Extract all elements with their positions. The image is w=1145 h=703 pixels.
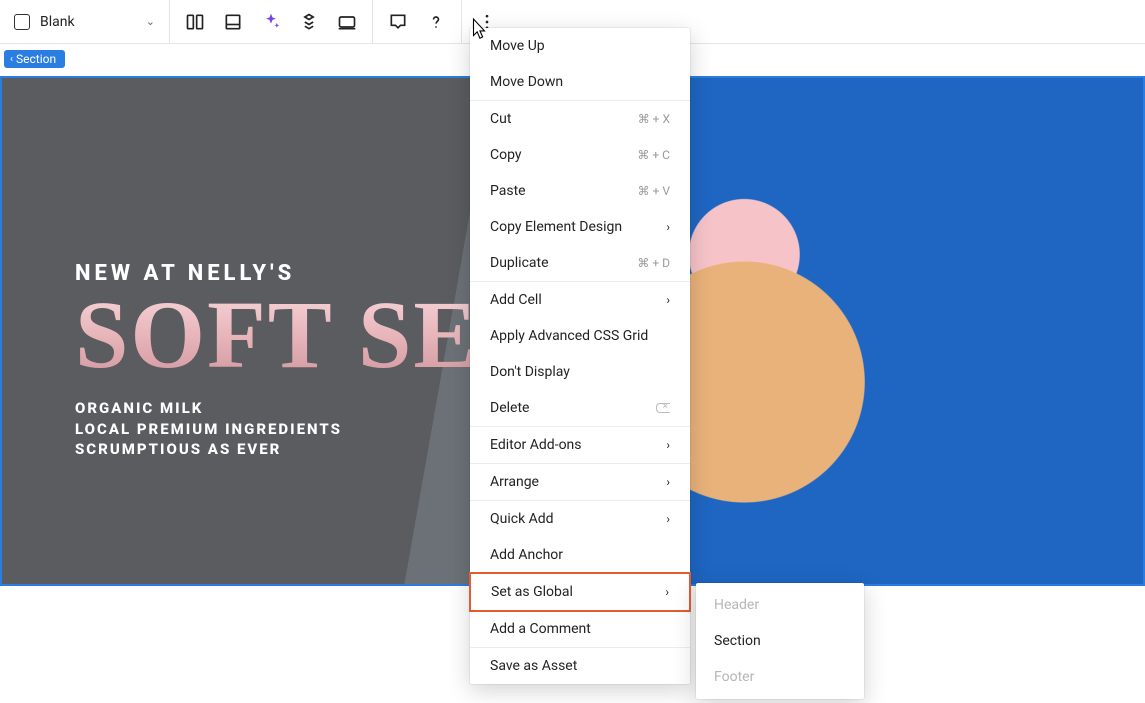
chevron-right-icon: ›: [666, 475, 670, 489]
menu-add-anchor[interactable]: Add Anchor: [470, 537, 690, 573]
menu-set-as-global[interactable]: Set as Global ›: [469, 572, 691, 612]
save-layout-button[interactable]: [214, 3, 252, 41]
menu-editor-addons[interactable]: Editor Add-ons ›: [470, 427, 690, 463]
menu-cut[interactable]: Cut ⌘ + X: [470, 101, 690, 137]
comment-button[interactable]: [379, 3, 417, 41]
menu-move-down[interactable]: Move Down: [470, 64, 690, 100]
chevron-right-icon: ›: [666, 512, 670, 526]
help-button[interactable]: [417, 3, 455, 41]
menu-add-cell[interactable]: Add Cell ›: [470, 282, 690, 318]
menu-copy-element-design[interactable]: Copy Element Design ›: [470, 209, 690, 245]
menu-apply-css-grid[interactable]: Apply Advanced CSS Grid: [470, 318, 690, 354]
submenu-section[interactable]: Section: [696, 623, 864, 659]
toolbar-group-help: [373, 0, 462, 44]
section-breadcrumb[interactable]: ‹ Section: [4, 50, 65, 68]
chevron-right-icon: ›: [665, 585, 669, 599]
menu-save-as-asset[interactable]: Save as Asset: [470, 648, 690, 684]
chevron-right-icon: ›: [666, 220, 670, 234]
ai-sparkle-button[interactable]: [252, 3, 290, 41]
submenu-footer: Footer: [696, 659, 864, 695]
chevron-down-icon: ⌄: [146, 15, 155, 28]
layout-label: Blank: [40, 14, 136, 30]
menu-duplicate[interactable]: Duplicate ⌘ + D: [470, 245, 690, 281]
menu-move-up[interactable]: Move Up: [470, 28, 690, 64]
menu-arrange[interactable]: Arrange ›: [470, 464, 690, 500]
columns-button[interactable]: [176, 3, 214, 41]
menu-paste[interactable]: Paste ⌘ + V: [470, 173, 690, 209]
chevron-left-icon: ‹: [10, 54, 13, 65]
menu-add-comment[interactable]: Add a Comment: [470, 611, 690, 647]
shortcut-label: ⌘ + V: [638, 184, 670, 198]
chevron-right-icon: ›: [666, 438, 670, 452]
stack-button[interactable]: [290, 3, 328, 41]
backspace-icon: [656, 403, 670, 413]
menu-quick-add[interactable]: Quick Add ›: [470, 501, 690, 537]
chevron-right-icon: ›: [666, 293, 670, 307]
shortcut-label: ⌘ + C: [637, 148, 670, 162]
menu-delete[interactable]: Delete: [470, 390, 690, 426]
submenu-header: Header: [696, 587, 864, 623]
toolbar-group-layout: [170, 0, 373, 44]
shortcut-label: ⌘ + X: [638, 112, 670, 126]
context-menu: Move Up Move Down Cut ⌘ + X Copy ⌘ + C P…: [470, 28, 690, 684]
set-as-global-submenu: Header Section Footer: [696, 583, 864, 699]
section-breadcrumb-label: Section: [16, 52, 56, 66]
device-button[interactable]: [328, 3, 366, 41]
menu-copy[interactable]: Copy ⌘ + C: [470, 137, 690, 173]
menu-dont-display[interactable]: Don't Display: [470, 354, 690, 390]
layout-dropdown[interactable]: Blank ⌄: [0, 0, 170, 44]
shortcut-label: ⌘ + D: [637, 256, 670, 270]
layout-icon: [14, 14, 30, 30]
